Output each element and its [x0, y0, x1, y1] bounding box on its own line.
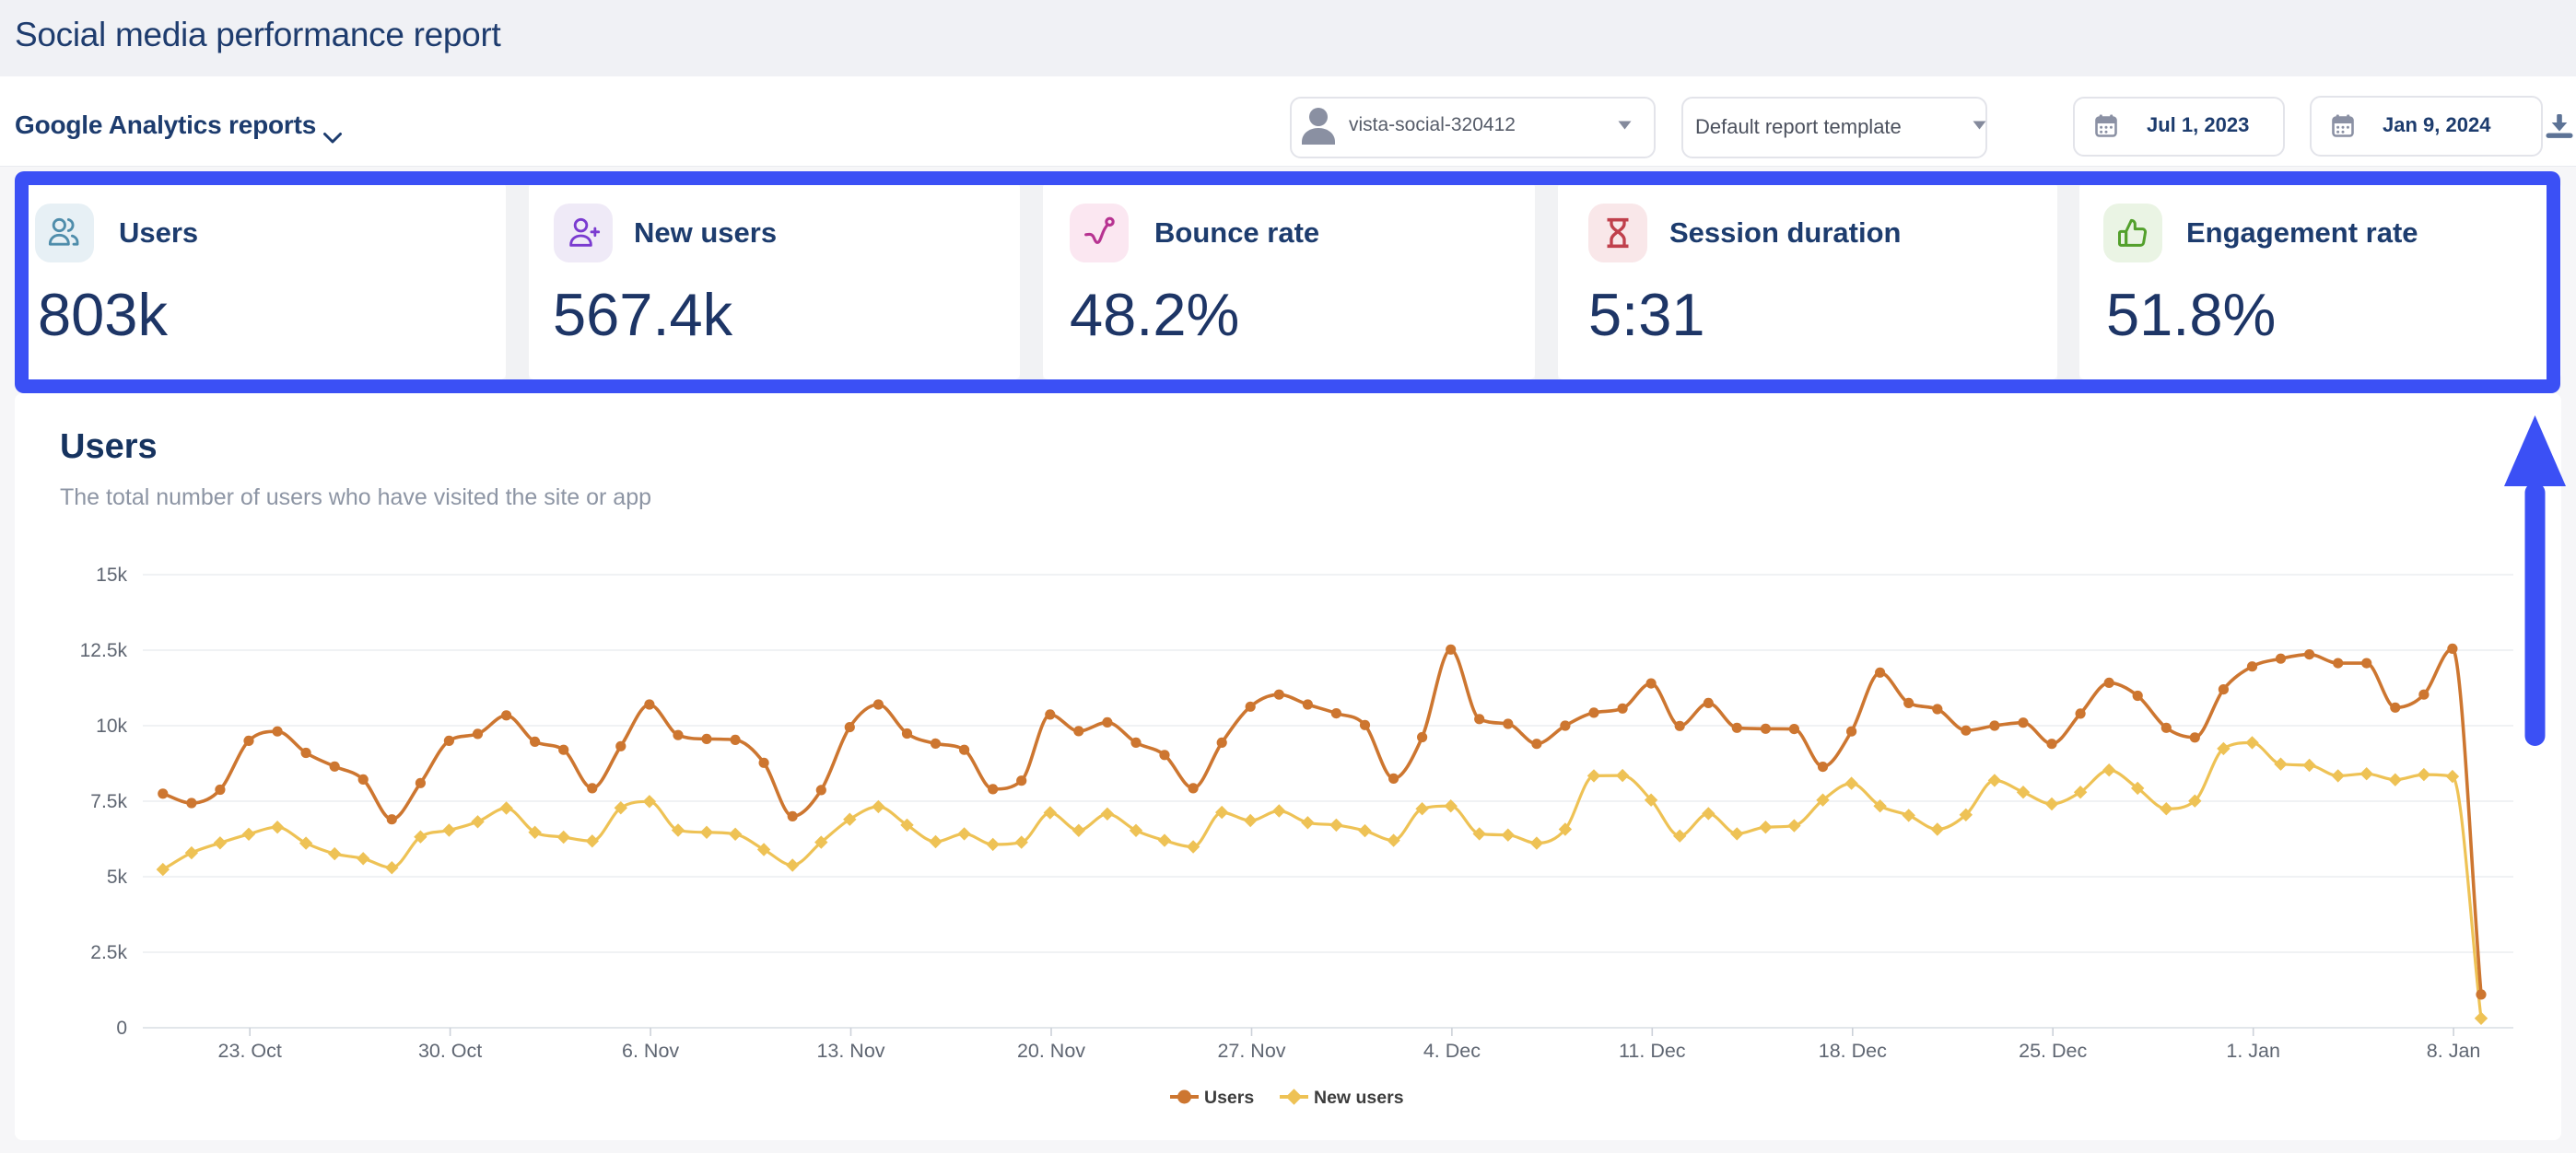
svg-text:Users: Users — [1204, 1088, 1254, 1108]
svg-text:20. Nov: 20. Nov — [1017, 1040, 1085, 1062]
svg-text:6. Nov: 6. Nov — [622, 1040, 679, 1062]
svg-text:0: 0 — [116, 1018, 127, 1039]
svg-text:8. Jan: 8. Jan — [2427, 1040, 2481, 1062]
svg-text:5k: 5k — [107, 867, 128, 888]
svg-text:13. Nov: 13. Nov — [816, 1040, 884, 1062]
svg-text:18. Dec: 18. Dec — [1819, 1040, 1887, 1062]
svg-text:4. Dec: 4. Dec — [1423, 1040, 1481, 1062]
svg-text:11. Dec: 11. Dec — [1619, 1040, 1686, 1062]
svg-text:15k: 15k — [96, 565, 127, 586]
svg-text:25. Dec: 25. Dec — [2019, 1040, 2087, 1062]
svg-text:2.5k: 2.5k — [90, 942, 127, 963]
svg-text:10k: 10k — [96, 716, 127, 737]
svg-text:7.5k: 7.5k — [90, 791, 127, 812]
svg-text:1. Jan: 1. Jan — [2226, 1040, 2280, 1062]
svg-text:30. Oct: 30. Oct — [418, 1040, 482, 1062]
svg-text:27. Nov: 27. Nov — [1217, 1040, 1285, 1062]
svg-text:23. Oct: 23. Oct — [218, 1040, 282, 1062]
svg-text:New users: New users — [1314, 1088, 1404, 1108]
svg-text:12.5k: 12.5k — [80, 640, 128, 661]
